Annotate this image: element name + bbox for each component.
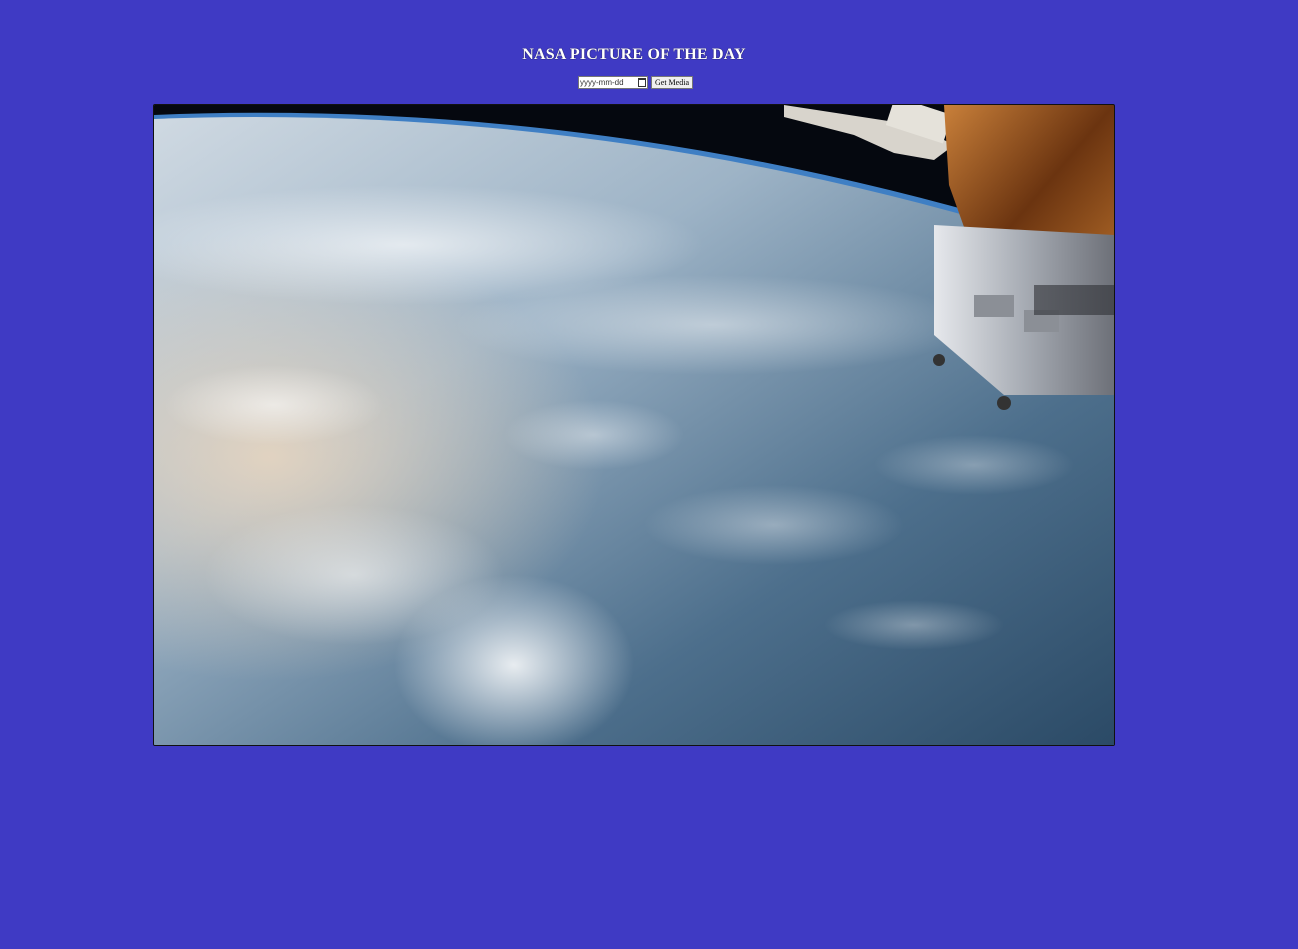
page-title: NASA PICTURE OF THE DAY: [522, 46, 746, 63]
picture-of-the-day-image: [153, 104, 1115, 746]
date-input[interactable]: yyyy-mm-dd: [578, 76, 648, 89]
earth-orbit-photo: [154, 105, 1114, 745]
date-placeholder: yyyy-mm-dd: [580, 78, 624, 87]
calendar-icon[interactable]: [638, 78, 646, 87]
page: NASA PICTURE OF THE DAY yyyy-mm-dd Get M…: [0, 0, 1298, 949]
get-media-button[interactable]: Get Media: [651, 76, 693, 89]
media-controls: yyyy-mm-dd Get Media: [578, 76, 693, 89]
